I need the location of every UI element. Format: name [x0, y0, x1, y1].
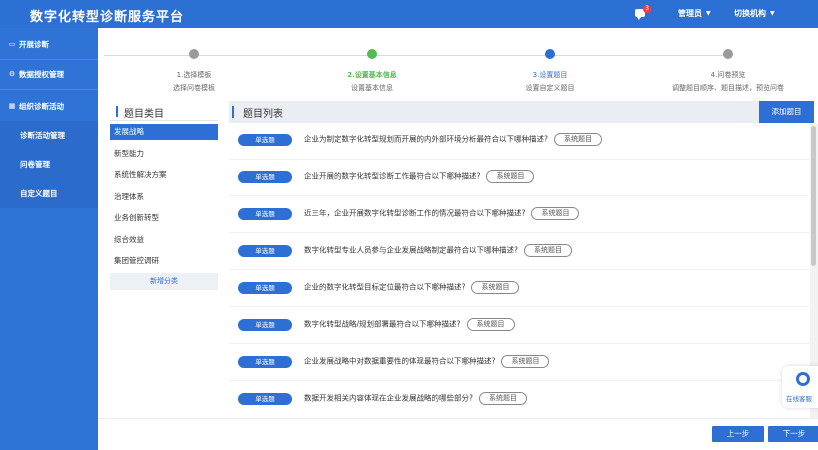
app-title: 数字化转型诊断服务平台 [30, 10, 185, 25]
category-item[interactable]: 发展战略 [110, 124, 218, 140]
question-type-badge: 单选题 [238, 356, 292, 368]
sidebar: ▭ 开展诊断 ⚙ 数据授权管理 ▦ 组织诊断活动 诊断活动管理 问卷管理 自定义题目 [0, 28, 98, 450]
prev-button[interactable]: 上一步 [712, 426, 764, 442]
system-tag: 系统题目 [553, 133, 602, 146]
question-row: 单选题 企业发展战略中对数据重要性的体现最符合以下哪种描述? 系统题目 [229, 345, 809, 381]
online-service-widget[interactable]: 在线客服 [782, 366, 818, 408]
question-row: 单选题 数字化转型专业人员参与企业发展战略制定最符合以下哪种描述? 系统题目 [229, 234, 809, 270]
question-text[interactable]: 企业的数字化转型目标定位最符合以下哪种描述? 系统题目 [304, 281, 520, 294]
sidebar-item-data-auth[interactable]: ⚙ 数据授权管理 [0, 60, 98, 89]
chevron-down-icon: ▼ [706, 10, 711, 17]
grid-icon: ▦ [8, 102, 16, 110]
system-tag: 系统题目 [531, 207, 580, 220]
question-type-badge: 单选题 [238, 319, 292, 331]
step-desc: 设置自定义题目 [525, 84, 575, 92]
step-desc: 选择问卷模板 [173, 84, 215, 92]
sidebar-item-diagnose[interactable]: ▭ 开展诊断 [0, 30, 98, 59]
question-text[interactable]: 数据开发相关内容体现在企业发展战略的哪些部分? 系统题目 [304, 392, 527, 405]
online-service-label: 在线客服 [786, 395, 812, 403]
question-row: 单选题 近三年，企业开展数字化转型诊断工作的情况最符合以下哪种描述? 系统题目 [229, 197, 809, 233]
step-dot [367, 49, 377, 59]
step-dot [545, 49, 555, 59]
question-text[interactable]: 企业开展的数字化转型诊断工作最符合以下哪种描述? 系统题目 [304, 170, 535, 183]
system-tag: 系统题目 [523, 244, 572, 257]
question-type-badge: 单选题 [238, 134, 292, 146]
question-type-badge: 单选题 [238, 171, 292, 183]
system-tag: 系统题目 [471, 281, 520, 294]
step-title: 2.设置基本信息 [347, 71, 397, 79]
system-tag: 系统题目 [466, 318, 515, 331]
step-desc: 调整题目顺序、题目描述，预览问卷 [672, 84, 784, 92]
question-text[interactable]: 企业发展战略中对数据重要性的体现最符合以下哪种描述? 系统题目 [304, 355, 550, 368]
category-header: 题目类目 [110, 103, 218, 121]
system-tag: 系统题目 [478, 392, 527, 405]
message-badge: 3 [643, 5, 651, 13]
question-type-badge: 单选题 [238, 282, 292, 294]
question-text[interactable]: 企业为制定数字化转型规划而开展的内外部环境分析最符合以下哪种描述? 系统题目 [304, 133, 602, 146]
category-item[interactable]: 系统性解决方案 [110, 167, 218, 183]
step-title: 3.设置题目 [532, 71, 568, 79]
question-text[interactable]: 近三年，企业开展数字化转型诊断工作的情况最符合以下哪种描述? 系统题目 [304, 207, 580, 220]
switch-org-menu[interactable]: 切换机构 ▼ [734, 8, 775, 19]
question-row: 单选题 企业的数字化转型目标定位最符合以下哪种描述? 系统题目 [229, 271, 809, 307]
sidebar-item-custom-question[interactable]: 自定义题目 [0, 179, 98, 208]
scrollbar-thumb[interactable] [811, 126, 816, 266]
add-category-button[interactable]: 新增分类 [110, 273, 218, 290]
question-text[interactable]: 数字化转型战略/规划部署最符合以下哪种描述? 系统题目 [304, 318, 515, 331]
category-item[interactable]: 综合效益 [110, 232, 218, 248]
top-header: 数字化转型诊断服务平台 3 管理员 ▼ 切换机构 ▼ [0, 0, 818, 28]
sidebar-item-questionnaire[interactable]: 问卷管理 [0, 150, 98, 179]
sidebar-item-activity-manage[interactable]: 诊断活动管理 [0, 121, 98, 150]
system-tag: 系统题目 [501, 355, 550, 368]
category-item[interactable]: 业务创新转型 [110, 210, 218, 226]
step-desc: 设置基本信息 [351, 84, 393, 92]
question-row: 单选题 企业为制定数字化转型规划而开展的内外部环境分析最符合以下哪种描述? 系统题… [229, 124, 809, 160]
category-item[interactable]: 治理体系 [110, 189, 218, 205]
question-type-badge: 单选题 [238, 208, 292, 220]
step-title: 1.选择模板 [176, 71, 212, 79]
question-row: 单选题 企业开展的数字化转型诊断工作最符合以下哪种描述? 系统题目 [229, 160, 809, 196]
step-dot [723, 49, 733, 59]
question-type-badge: 单选题 [238, 245, 292, 257]
question-text[interactable]: 数字化转型专业人员参与企业发展战略制定最符合以下哪种描述? 系统题目 [304, 244, 572, 257]
category-item[interactable]: 集团管控调研 [110, 253, 218, 269]
question-list-title: 题目列表 [243, 109, 283, 120]
step-title: 4.问卷预览 [710, 71, 746, 79]
message-icon[interactable]: 3 [635, 5, 651, 20]
category-item[interactable]: 新型能力 [110, 146, 218, 162]
question-type-badge: 单选题 [238, 393, 292, 405]
user-menu[interactable]: 管理员 ▼ [678, 8, 711, 19]
add-question-button[interactable]: 添加题目 [759, 101, 814, 123]
question-list-header: 题目列表 [229, 101, 814, 123]
bottom-bar [98, 418, 818, 450]
step-dot [189, 49, 199, 59]
question-row: 单选题 数据开发相关内容体现在企业发展战略的哪些部分? 系统题目 [229, 382, 809, 418]
sidebar-item-organize[interactable]: ▦ 组织诊断活动 [0, 92, 98, 121]
system-tag: 系统题目 [486, 170, 535, 183]
next-button[interactable]: 下一步 [768, 426, 818, 442]
headset-icon [796, 372, 810, 386]
gear-icon: ⚙ [8, 70, 16, 78]
question-row: 单选题 数字化转型战略/规划部署最符合以下哪种描述? 系统题目 [229, 308, 809, 344]
monitor-icon: ▭ [8, 40, 16, 48]
category-title: 题目类目 [124, 109, 164, 120]
chevron-down-icon: ▼ [770, 10, 775, 17]
